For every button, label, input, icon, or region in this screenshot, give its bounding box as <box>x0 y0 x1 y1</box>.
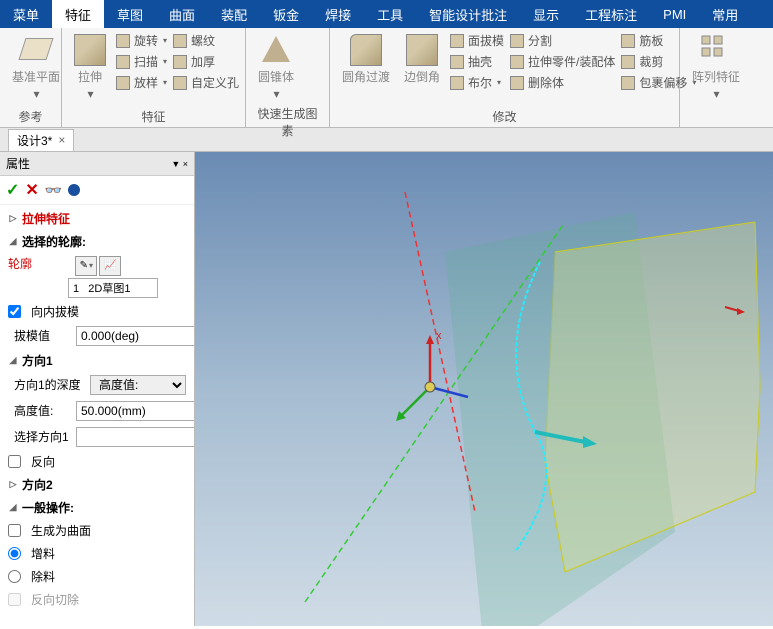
sweep-button[interactable]: 扫描▾ <box>116 53 167 70</box>
depth-label: 方向1的深度 <box>14 376 84 393</box>
split-button[interactable]: 分割 <box>510 32 615 49</box>
delete-body-button[interactable]: 删除体 <box>510 74 615 91</box>
menu-item-7[interactable]: 工具 <box>364 0 416 28</box>
expander-icon[interactable]: ▷ <box>8 214 18 224</box>
ribbon-group-label: 特征 <box>70 106 237 125</box>
direction1-section[interactable]: ◢ 方向1 <box>0 349 194 372</box>
menu-item-11[interactable]: PMI <box>650 0 699 28</box>
menu-item-2[interactable]: 草图 <box>104 0 156 28</box>
inward-draft-checkbox[interactable] <box>8 305 21 318</box>
ok-button[interactable]: ✓ <box>6 180 19 200</box>
profile-section[interactable]: ◢ 选择的轮廓: <box>0 230 194 253</box>
select-dir1-label: 选择方向1 <box>14 428 70 445</box>
menubar: 菜单特征草图曲面装配钣金焊接工具智能设计批注显示工程标注PMI常用 <box>0 0 773 28</box>
height-input[interactable] <box>76 401 194 421</box>
ribbon: 基准平面▾ 参考 拉伸▾ 旋转▾ 扫描▾ 放样▾ 螺纹 加厚 自定义孔 特征 <box>0 28 773 128</box>
viewport-3d[interactable]: x <box>195 152 773 626</box>
menu-item-0[interactable]: 菜单 <box>0 0 52 28</box>
document-tabbar: 设计3* × <box>0 128 773 152</box>
thicken-button[interactable]: 加厚 <box>173 53 239 70</box>
add-material-label: 增料 <box>31 545 55 562</box>
draft-value-input[interactable] <box>76 326 194 346</box>
svg-text:x: x <box>436 330 442 342</box>
menu-item-3[interactable]: 曲面 <box>156 0 208 28</box>
thread-button[interactable]: 螺纹 <box>173 32 239 49</box>
menu-item-4[interactable]: 装配 <box>208 0 260 28</box>
expander-icon[interactable]: ◢ <box>8 502 18 512</box>
cancel-button[interactable]: ✕ <box>25 180 38 200</box>
ribbon-group-label <box>688 123 742 125</box>
expander-icon[interactable]: ▷ <box>8 479 18 489</box>
reverse-cut-checkbox <box>8 593 21 606</box>
close-icon[interactable]: × <box>58 133 65 147</box>
panel-title: 属性 <box>6 155 30 172</box>
depth-type-select[interactable]: 高度值: <box>90 375 186 395</box>
as-surface-label: 生成为曲面 <box>31 522 91 539</box>
menu-item-6[interactable]: 焊接 <box>312 0 364 28</box>
remove-material-label: 除料 <box>31 568 55 585</box>
sketch-select-button[interactable]: ✎▾ <box>75 256 97 276</box>
expander-icon[interactable]: ◢ <box>8 355 18 365</box>
profile-input[interactable] <box>68 278 158 298</box>
reverse-cut-label: 反向切除 <box>31 591 79 608</box>
menu-item-9[interactable]: 显示 <box>520 0 572 28</box>
reverse-checkbox[interactable] <box>8 455 21 468</box>
inward-draft-label: 向内拔模 <box>31 303 79 320</box>
pattern-button[interactable]: 阵列特征▾ <box>688 32 744 103</box>
panel-toolbar: ✓ ✕ 👓 <box>0 176 194 205</box>
as-surface-checkbox[interactable] <box>8 524 21 537</box>
select-dir1-input[interactable] <box>76 427 194 447</box>
menu-item-8[interactable]: 智能设计批注 <box>416 0 520 28</box>
preview-button[interactable]: 👓 <box>45 182 62 199</box>
feature-node[interactable]: ▷ 拉伸特征 <box>0 207 194 230</box>
general-section[interactable]: ◢ 一般操作: <box>0 496 194 519</box>
loft-button[interactable]: 放样▾ <box>116 74 167 91</box>
menu-item-1[interactable]: 特征 <box>52 0 104 28</box>
direction2-section[interactable]: ▷ 方向2 <box>0 473 194 496</box>
height-label: 高度值: <box>14 402 70 419</box>
expander-icon[interactable]: ◢ <box>8 237 18 247</box>
shell-button[interactable]: 抽壳 <box>450 53 504 70</box>
draft-value-label: 拔模值 <box>14 327 70 344</box>
remove-material-radio[interactable] <box>8 570 21 583</box>
stretch-part-button[interactable]: 拉伸零件/装配体 <box>510 53 615 70</box>
fillet-button[interactable]: 圆角过渡 <box>338 32 394 87</box>
revolve-button[interactable]: 旋转▾ <box>116 32 167 49</box>
menu-item-10[interactable]: 工程标注 <box>572 0 650 28</box>
cone-button[interactable]: 圆锥体▾ <box>254 32 298 103</box>
add-material-radio[interactable] <box>8 547 21 560</box>
extrude-button[interactable]: 拉伸▾ <box>70 32 110 103</box>
ribbon-group-label: 参考 <box>8 106 53 125</box>
document-tab[interactable]: 设计3* × <box>8 129 74 151</box>
property-panel: 属性 ▼ × ✓ ✕ 👓 ▷ 拉伸特征 ◢ 选择的轮廓: 轮廓 ✎▾ 📈 <box>0 152 195 626</box>
reverse-label: 反向 <box>31 453 55 470</box>
document-tab-title: 设计3* <box>17 132 52 149</box>
info-button[interactable] <box>68 184 80 196</box>
sketch-plot-button[interactable]: 📈 <box>99 256 121 276</box>
datum-plane-button[interactable]: 基准平面▾ <box>8 32 64 103</box>
chamfer-button[interactable]: 边倒角 <box>400 32 444 87</box>
custom-hole-button[interactable]: 自定义孔 <box>173 74 239 91</box>
profile-label: 轮廓 <box>8 255 32 272</box>
menu-item-12[interactable]: 常用 <box>699 0 751 28</box>
ribbon-group-label: 修改 <box>338 106 671 125</box>
face-draft-button[interactable]: 面拔模 <box>450 32 504 49</box>
panel-dropdown-icon[interactable]: ▼ × <box>171 159 188 169</box>
boolean-button[interactable]: 布尔▾ <box>450 74 504 91</box>
menu-item-5[interactable]: 钣金 <box>260 0 312 28</box>
ribbon-group-label: 快速生成图素 <box>254 103 321 139</box>
